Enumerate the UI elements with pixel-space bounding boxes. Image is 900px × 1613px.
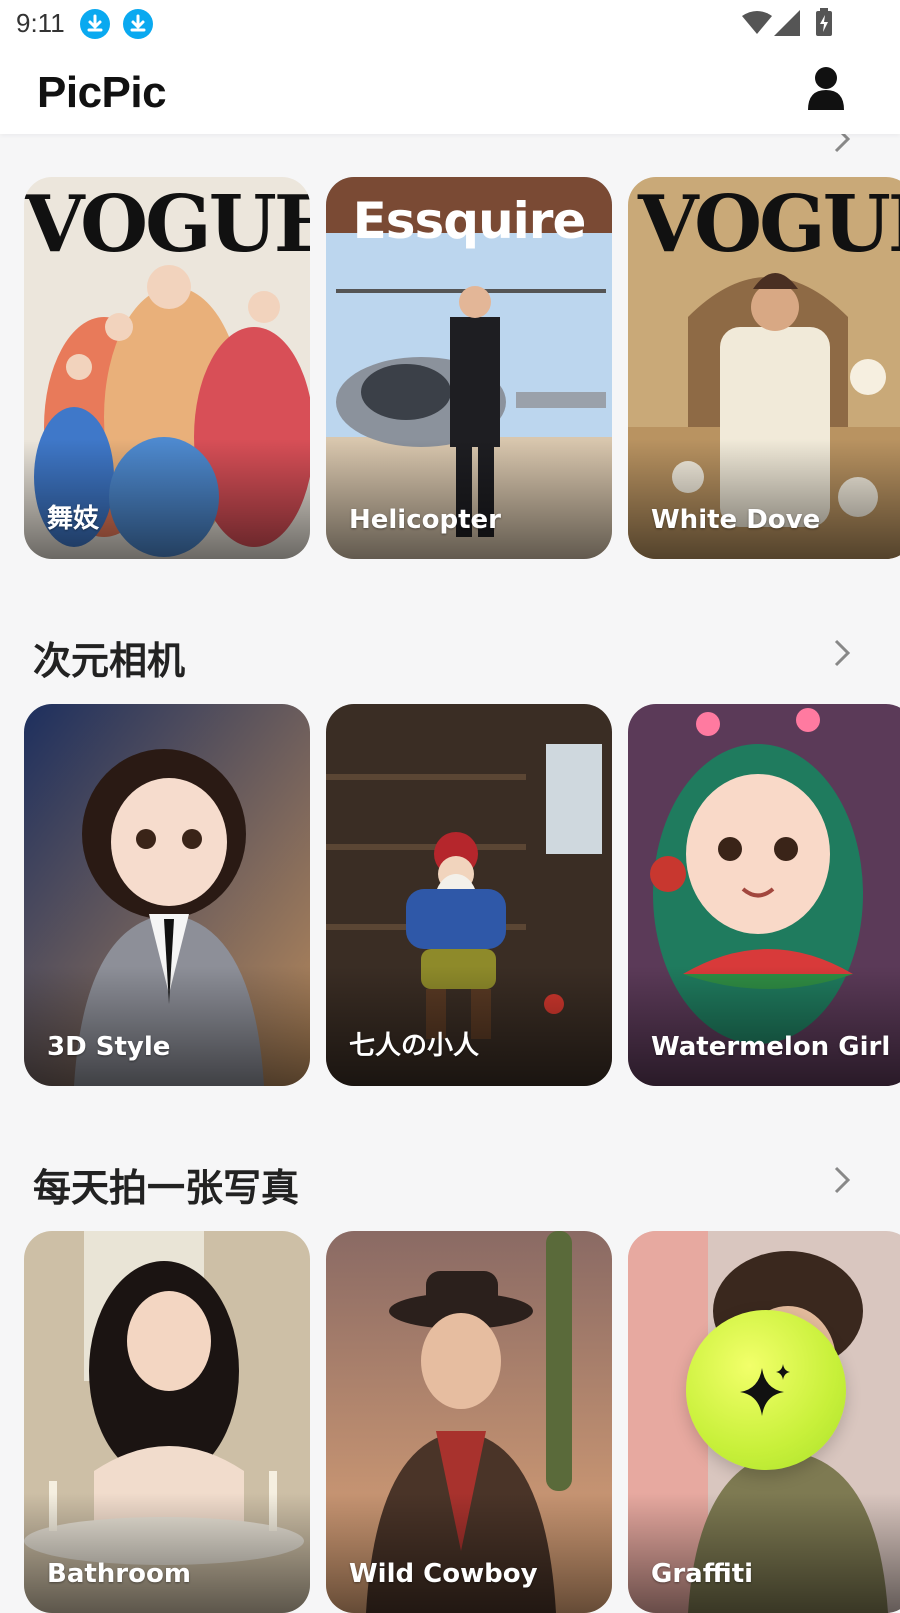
template-card[interactable]: Wild Cowboy bbox=[326, 1231, 612, 1613]
chevron-right-icon[interactable] bbox=[832, 1165, 852, 1195]
card-label: Bathroom bbox=[47, 1559, 191, 1589]
download-icon bbox=[123, 9, 153, 39]
template-card[interactable]: 七人の小人 bbox=[326, 704, 612, 1086]
card-label: 3D Style bbox=[47, 1032, 171, 1062]
template-card[interactable]: 3D Style bbox=[24, 704, 310, 1086]
download-icon bbox=[80, 9, 110, 39]
card-shade bbox=[24, 966, 310, 1086]
template-card[interactable]: VOGUE 舞妓 bbox=[24, 177, 310, 559]
template-card[interactable]: Bathroom bbox=[24, 1231, 310, 1613]
sparkle-icon bbox=[740, 1364, 790, 1416]
card-shade bbox=[326, 439, 612, 559]
card-label: White Dove bbox=[651, 505, 821, 535]
section-title: 每天拍一张写真 bbox=[33, 1166, 300, 1210]
status-time: 9:11 bbox=[16, 8, 65, 38]
template-card[interactable]: VOGUE White Dove bbox=[628, 177, 900, 559]
card-shade bbox=[326, 1493, 612, 1613]
battery-charging-icon bbox=[816, 8, 832, 36]
status-bar: 9:11 bbox=[0, 0, 900, 48]
wifi-icon bbox=[742, 11, 772, 34]
person-icon[interactable] bbox=[808, 66, 844, 112]
template-card[interactable]: Watermelon Girl bbox=[628, 704, 900, 1086]
card-label: Helicopter bbox=[349, 505, 501, 535]
cover-masthead: Essquire bbox=[352, 192, 587, 250]
signal-icon bbox=[774, 10, 800, 36]
card-label: Wild Cowboy bbox=[349, 1559, 538, 1589]
app-header: PicPic bbox=[0, 48, 900, 134]
section-title: 次元相机 bbox=[33, 639, 186, 683]
card-shade bbox=[24, 1493, 310, 1613]
template-card[interactable]: Essquire Helicopter bbox=[326, 177, 612, 559]
cover-masthead: VOGUE bbox=[638, 179, 900, 270]
app-title: PicPic bbox=[37, 68, 167, 117]
card-label: 七人の小人 bbox=[349, 1031, 480, 1061]
card-shade bbox=[628, 966, 900, 1086]
create-fab-button[interactable] bbox=[686, 1310, 846, 1470]
card-shade bbox=[628, 439, 900, 559]
card-label: Watermelon Girl bbox=[651, 1032, 891, 1062]
cover-masthead: VOGUE bbox=[24, 179, 310, 270]
card-label: Graffiti bbox=[651, 1559, 754, 1589]
chevron-right-icon[interactable] bbox=[832, 638, 852, 668]
card-shade bbox=[628, 1493, 900, 1613]
card-label: 舞妓 bbox=[47, 504, 100, 534]
